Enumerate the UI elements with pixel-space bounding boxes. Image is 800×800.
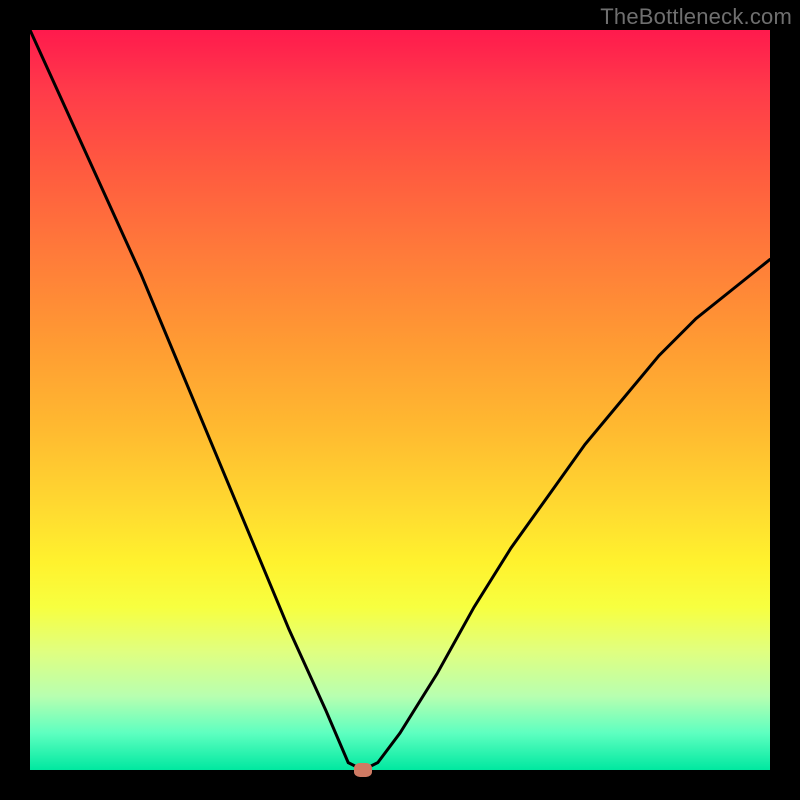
curve-svg [30,30,770,770]
plot-area [30,30,770,770]
minimum-marker [354,763,372,777]
watermark-text: TheBottleneck.com [600,4,792,30]
chart-frame: TheBottleneck.com [0,0,800,800]
bottleneck-curve-path [30,30,770,770]
